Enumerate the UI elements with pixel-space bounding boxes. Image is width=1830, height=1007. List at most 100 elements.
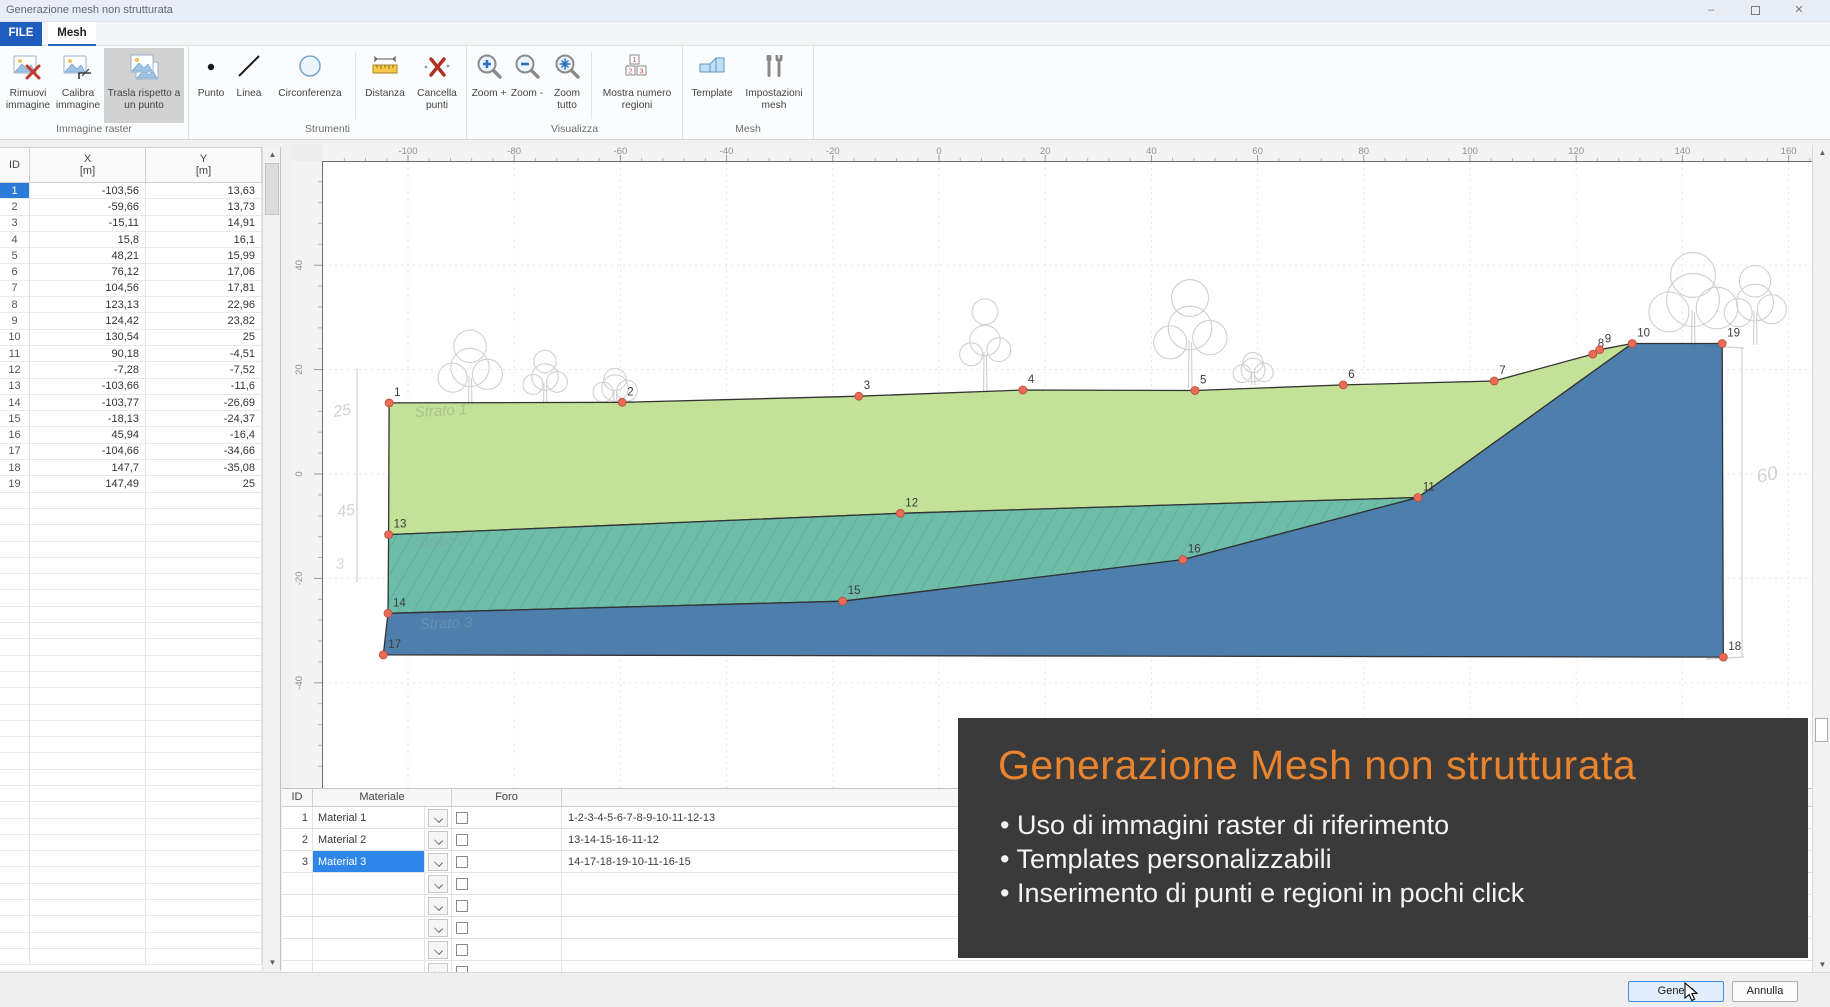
table-cell[interactable]: -11,6 [146, 379, 262, 395]
zoom-tutto-button[interactable]: Zoom tutto [547, 48, 587, 123]
points-table-row[interactable]: 13-103,66-11,6 [0, 379, 262, 395]
points-table-row[interactable]: 12-7,28-7,52 [0, 362, 262, 378]
table-cell[interactable]: 13,63 [146, 183, 262, 199]
table-cell[interactable]: 13,73 [146, 199, 262, 215]
points-table-row[interactable]: 8123,1322,96 [0, 297, 262, 313]
material-name-cell[interactable] [313, 939, 425, 960]
table-cell[interactable]: 2 [0, 199, 30, 215]
scroll-up-icon[interactable]: ▲ [263, 147, 281, 162]
table-cell[interactable]: -7,52 [146, 362, 262, 378]
table-cell[interactable]: 14 [0, 395, 30, 411]
table-cell[interactable]: 6 [0, 264, 30, 280]
table-cell[interactable]: -59,66 [30, 199, 146, 215]
material-dropdown-button[interactable] [428, 875, 448, 893]
table-cell[interactable]: 17 [0, 444, 30, 460]
cancella-punti-button[interactable]: Cancella punti [412, 48, 462, 123]
material-name-cell[interactable] [313, 873, 425, 894]
foro-checkbox[interactable] [456, 834, 468, 846]
points-table-row[interactable]: 1645,94-16,4 [0, 427, 262, 443]
table-cell[interactable]: 130,54 [30, 330, 146, 346]
rimuovi-immagine-button[interactable]: Rimuovi immagine [4, 48, 52, 123]
minimize-icon[interactable]: – [1694, 3, 1728, 20]
table-cell[interactable]: 15,8 [30, 232, 146, 248]
table-cell[interactable]: 11 [0, 346, 30, 362]
table-cell[interactable]: -103,77 [30, 395, 146, 411]
template-button[interactable]: Template [687, 48, 737, 123]
foro-checkbox[interactable] [456, 944, 468, 956]
table-cell[interactable]: 10 [0, 330, 30, 346]
table-cell[interactable]: -18,13 [30, 411, 146, 427]
table-cell[interactable]: 123,13 [30, 297, 146, 313]
genera-button[interactable]: Genera [1628, 981, 1724, 1002]
zoom-out-button[interactable]: Zoom - [509, 48, 545, 123]
table-cell[interactable]: 104,56 [30, 281, 146, 297]
table-cell[interactable]: 17,06 [146, 264, 262, 280]
trasla-rispetto-a-un-punto-button[interactable]: Trasla rispetto a un punto [104, 48, 184, 123]
restore-icon[interactable] [1738, 3, 1772, 20]
canvas-vertical-scrollbar[interactable]: ▲ ▼ [1812, 145, 1830, 972]
material-name-cell[interactable]: Material 3 [313, 851, 425, 872]
scrollbar-thumb[interactable] [1815, 718, 1828, 742]
table-cell[interactable]: 9 [0, 313, 30, 329]
table-cell[interactable]: -4,51 [146, 346, 262, 362]
scroll-down-icon[interactable]: ▼ [263, 955, 281, 970]
foro-checkbox[interactable] [456, 812, 468, 824]
section-canvas[interactable]: Strato 1Strato 2Strato 32545360123456789… [292, 145, 1812, 788]
material-dropdown-button[interactable] [428, 963, 448, 973]
table-cell[interactable]: 48,21 [30, 248, 146, 264]
table-cell[interactable]: -34,66 [146, 444, 262, 460]
material-dropdown-button[interactable] [428, 919, 448, 937]
table-cell[interactable]: -104,66 [30, 444, 146, 460]
table-cell[interactable]: 124,42 [30, 313, 146, 329]
table-cell[interactable]: 25 [146, 330, 262, 346]
material-name-cell[interactable] [313, 917, 425, 938]
table-cell[interactable]: -26,69 [146, 395, 262, 411]
table-cell[interactable]: 8 [0, 297, 30, 313]
close-icon[interactable]: ✕ [1782, 3, 1816, 20]
foro-checkbox[interactable] [456, 878, 468, 890]
points-table-row[interactable]: 2-59,6613,73 [0, 199, 262, 215]
table-cell[interactable]: 15 [0, 411, 30, 427]
points-table-row[interactable]: 15-18,13-24,37 [0, 411, 262, 427]
material-name-cell[interactable]: Material 2 [313, 829, 425, 850]
points-table-row[interactable]: 18147,7-35,08 [0, 460, 262, 476]
table-cell[interactable]: 4 [0, 232, 30, 248]
table-cell[interactable]: -35,08 [146, 460, 262, 476]
table-cell[interactable]: -16,4 [146, 427, 262, 443]
table-cell[interactable]: 23,82 [146, 313, 262, 329]
table-cell[interactable]: -24,37 [146, 411, 262, 427]
material-name-cell[interactable] [313, 895, 425, 916]
table-cell[interactable]: 14,91 [146, 216, 262, 232]
foro-checkbox[interactable] [456, 856, 468, 868]
points-table-row[interactable]: 415,816,1 [0, 232, 262, 248]
table-cell[interactable]: -103,56 [30, 183, 146, 199]
table-cell[interactable]: 147,7 [30, 460, 146, 476]
circonferenza-button[interactable]: Circonferenza [269, 48, 351, 123]
material-dropdown-button[interactable] [428, 897, 448, 915]
table-cell[interactable]: 13 [0, 379, 30, 395]
impostazioni-mesh-button[interactable]: Impostazioni mesh [739, 48, 809, 123]
points-table-row[interactable]: 14-103,77-26,69 [0, 395, 262, 411]
zoom-in-button[interactable]: Zoom + [471, 48, 507, 123]
table-cell[interactable]: 12 [0, 362, 30, 378]
annulla-button[interactable]: Annulla [1732, 981, 1798, 1002]
material-name-cell[interactable] [313, 961, 425, 972]
foro-checkbox[interactable] [456, 900, 468, 912]
points-table-row[interactable]: 3-15,1114,91 [0, 216, 262, 232]
punto-button[interactable]: Punto [193, 48, 229, 123]
table-cell[interactable]: 5 [0, 248, 30, 264]
table-cell[interactable]: -15,11 [30, 216, 146, 232]
table-cell[interactable]: 147,49 [30, 476, 146, 492]
table-cell[interactable]: 76,12 [30, 264, 146, 280]
table-cell[interactable]: 16,1 [146, 232, 262, 248]
table-cell[interactable]: 3 [0, 216, 30, 232]
points-table-scrollbar[interactable]: ▲ ▼ [262, 147, 281, 970]
points-table-row[interactable]: 1190,18-4,51 [0, 346, 262, 362]
table-cell[interactable]: 45,94 [30, 427, 146, 443]
mostra-numero-regioni-button[interactable]: 123Mostra numero regioni [596, 48, 678, 123]
foro-checkbox[interactable] [456, 922, 468, 934]
points-table-row[interactable]: 1-103,5613,63 [0, 183, 262, 199]
table-cell[interactable]: 17,81 [146, 281, 262, 297]
table-cell[interactable]: -103,66 [30, 379, 146, 395]
material-dropdown-button[interactable] [428, 941, 448, 959]
